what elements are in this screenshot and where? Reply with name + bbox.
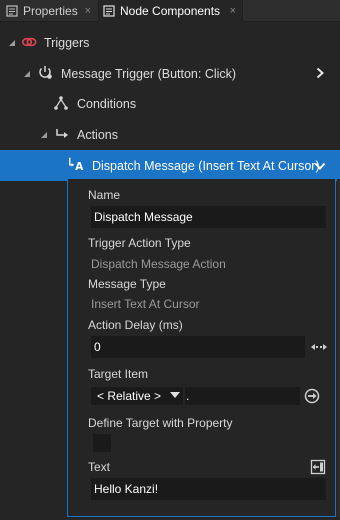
tree-hierarchy-icon: [54, 96, 68, 110]
expanded-arrow-icon[interactable]: [40, 131, 48, 139]
trigger-link-icon: [22, 37, 37, 47]
text-cursor-a-icon: A: [69, 157, 84, 172]
caret-down-icon: [170, 392, 180, 398]
tab-node-components[interactable]: Node Components ×: [98, 0, 243, 22]
message-type-value: Insert Text At Cursor: [91, 297, 200, 311]
name-field[interactable]: Dispatch Message: [91, 206, 326, 228]
tree-item-label: Triggers: [44, 35, 90, 50]
expanded-arrow-icon[interactable]: [8, 39, 16, 47]
drag-horizontal-icon[interactable]: [309, 337, 329, 357]
chevron-down-icon[interactable]: [314, 160, 326, 172]
define-target-label: Define Target with Property: [88, 416, 233, 430]
svg-text:A: A: [75, 160, 84, 172]
tree-item-label: Conditions: [77, 96, 137, 111]
chevron-right-icon[interactable]: [314, 67, 326, 79]
node-components-icon: [103, 5, 115, 17]
text-field[interactable]: Hello Kanzi!: [91, 478, 326, 500]
action-delay-field[interactable]: 0: [91, 336, 305, 358]
power-bell-icon: [39, 66, 52, 79]
tree-item-message-trigger[interactable]: Message Trigger (Button: Click): [0, 58, 340, 89]
tab-properties[interactable]: Properties ×: [0, 0, 97, 22]
close-icon[interactable]: ×: [85, 5, 91, 17]
properties-icon: [6, 5, 18, 17]
tab-bar: Properties × Node Components ×: [0, 0, 340, 22]
text-label: Text: [88, 460, 111, 474]
trigger-action-type-label: Trigger Action Type: [88, 236, 191, 250]
expanded-arrow-icon[interactable]: [23, 70, 31, 78]
define-target-checkbox[interactable]: [93, 434, 111, 452]
name-label: Name: [88, 188, 121, 202]
tree-item-actions[interactable]: Actions: [0, 119, 340, 150]
tab-properties-label: Properties: [23, 4, 78, 18]
target-item-relative-value: < Relative >: [97, 389, 162, 403]
action-delay-label: Action Delay (ms): [88, 318, 183, 332]
target-item-relative-dropdown[interactable]: < Relative >: [91, 387, 183, 405]
trigger-action-type-value: Dispatch Message Action: [91, 257, 226, 271]
tree-item-triggers[interactable]: Triggers: [0, 27, 340, 58]
action-properties-panel: Name Dispatch Message Trigger Action Typ…: [67, 179, 336, 517]
bind-import-icon[interactable]: [308, 457, 328, 477]
tree-item-conditions[interactable]: Conditions: [0, 88, 340, 119]
tree-item-dispatch-message[interactable]: A Dispatch Message (Insert Text At Curso…: [0, 150, 340, 181]
target-item-path-field[interactable]: .: [185, 387, 300, 405]
tree-item-label: Actions: [77, 127, 118, 142]
tree-item-label: Message Trigger (Button: Click): [61, 66, 237, 81]
go-to-target-icon[interactable]: [302, 386, 322, 406]
tab-node-components-label: Node Components: [120, 4, 221, 18]
tree-item-label: Dispatch Message (Insert Text At Cursor): [92, 158, 320, 173]
message-type-label: Message Type: [88, 277, 166, 291]
target-item-label: Target Item: [88, 367, 149, 381]
close-icon[interactable]: ×: [230, 5, 236, 17]
arrow-right-curve-icon: [56, 129, 68, 138]
